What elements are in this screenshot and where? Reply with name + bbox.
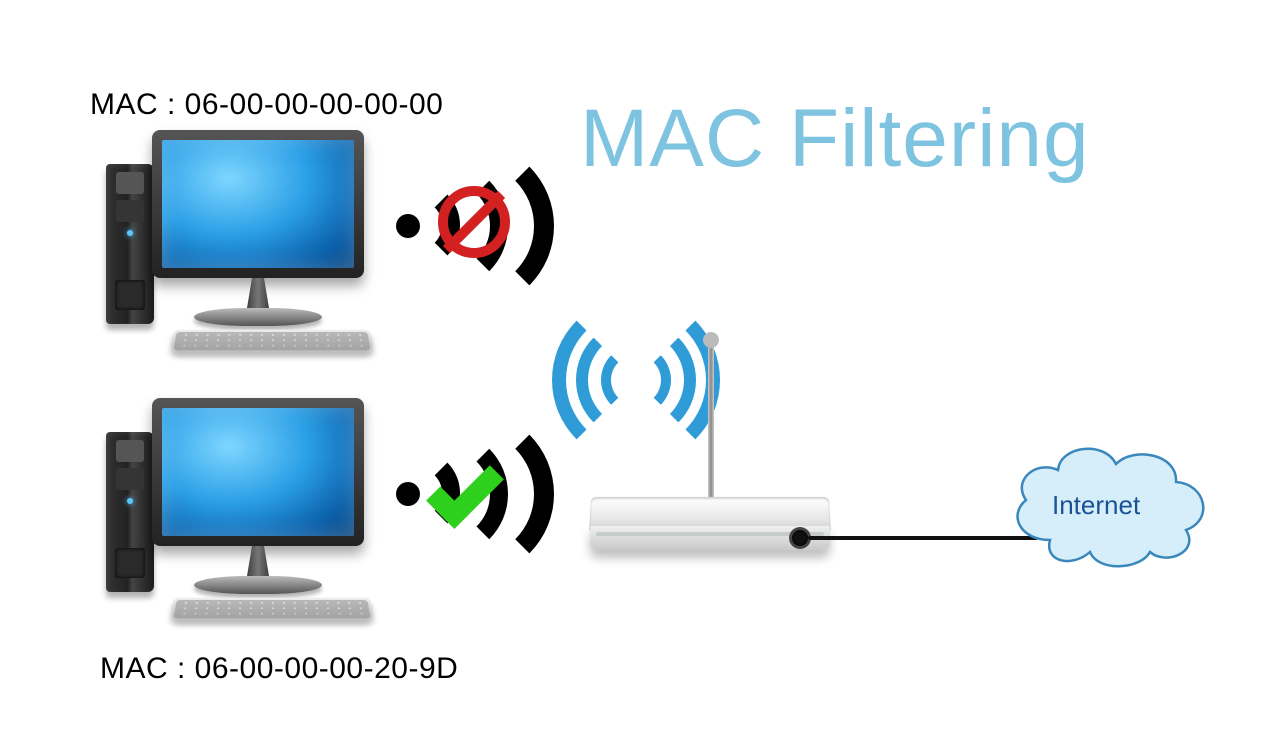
pc-tower-icon [106, 164, 154, 324]
computer-blocked [108, 130, 368, 350]
keyboard-icon [170, 330, 374, 353]
router-broadcast-icon [546, 300, 726, 460]
mac-label-allowed: MAC : 06-00-00-00-20-9D [100, 652, 458, 686]
pc-tower-icon [106, 432, 154, 592]
cloud-label: Internet [1052, 490, 1140, 521]
monitor-icon [152, 398, 364, 546]
mac-label-blocked: MAC : 06-00-00-00-00-00 [90, 88, 443, 122]
keyboard-icon [170, 598, 374, 621]
title: MAC Filtering [580, 92, 1090, 186]
monitor-icon [152, 130, 364, 278]
computer-allowed [108, 398, 368, 618]
diagram-canvas: MAC Filtering MAC : 06-00-00-00-00-00 MA… [0, 0, 1280, 736]
blocked-icon [438, 186, 510, 258]
router-icon [590, 440, 830, 560]
